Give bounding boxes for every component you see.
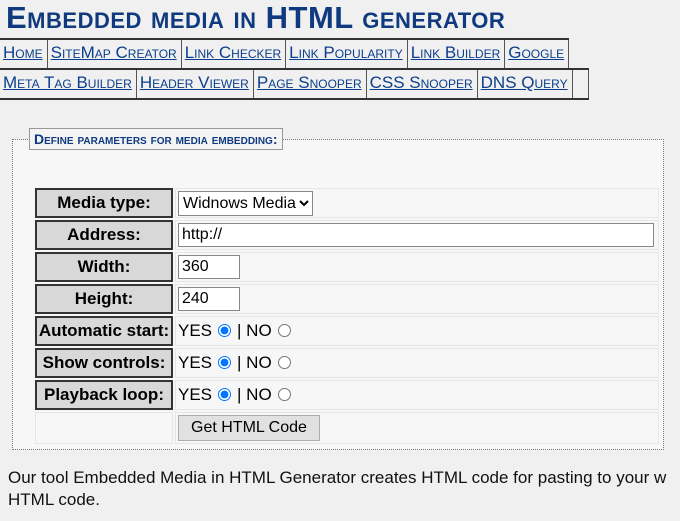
nav-link-builder[interactable]: Link Builder [408,40,506,68]
parameters-fieldset: Define parameters for media embedding: M… [12,128,664,450]
loop-label: Playback loop: [35,380,173,410]
nav-sitemap-creator[interactable]: SiteMap Creator [48,40,182,68]
nav-row-1: Home SiteMap Creator Link Checker Link P… [0,38,570,70]
nav-google[interactable]: Google [505,40,570,68]
height-input[interactable] [178,287,240,311]
nav-css-snooper[interactable]: CSS Snooper [367,70,478,98]
fieldset-legend: Define parameters for media embedding: [29,128,283,150]
nav-page-snooper[interactable]: Page Snooper [254,70,367,98]
autostart-yes-radio[interactable] [218,324,232,337]
autostart-no-radio[interactable] [277,324,291,337]
nav-meta-tag-builder[interactable]: Meta Tag Builder [0,70,137,98]
yes-label: YES [178,353,213,372]
width-label: Width: [35,252,173,282]
loop-yes-radio[interactable] [218,388,232,401]
nav-header-viewer[interactable]: Header Viewer [137,70,254,98]
get-html-code-button[interactable]: Get HTML Code [178,415,320,441]
page-title: Embedded media in HTML generator [6,0,506,35]
nav-dns-query[interactable]: DNS Query [478,70,573,98]
nav-more[interactable] [573,70,589,98]
nav-row-2: Meta Tag Builder Header Viewer Page Snoo… [0,68,589,100]
media-type-select[interactable]: Widnows Media [178,190,313,216]
yes-label: YES [178,321,213,340]
media-type-label: Media type: [35,188,173,218]
nav-link-checker[interactable]: Link Checker [182,40,287,68]
no-label: | NO [237,321,272,340]
autostart-label: Automatic start: [35,316,173,346]
loop-no-radio[interactable] [277,388,291,401]
no-label: | NO [237,353,272,372]
controls-yes-radio[interactable] [218,356,232,369]
controls-no-radio[interactable] [277,356,291,369]
controls-label: Show controls: [35,348,173,378]
nav-link-popularity[interactable]: Link Popularity [286,40,408,68]
nav-home[interactable]: Home [0,40,48,68]
address-input[interactable] [178,223,654,247]
yes-label: YES [178,385,213,404]
height-label: Height: [35,284,173,314]
address-label: Address: [35,220,173,250]
parameters-table: Media type: Widnows Media Address: Width… [33,186,661,446]
no-label: | NO [237,385,272,404]
width-input[interactable] [178,255,240,279]
description: Our tool Embedded Media in HTML Generato… [8,468,667,509]
